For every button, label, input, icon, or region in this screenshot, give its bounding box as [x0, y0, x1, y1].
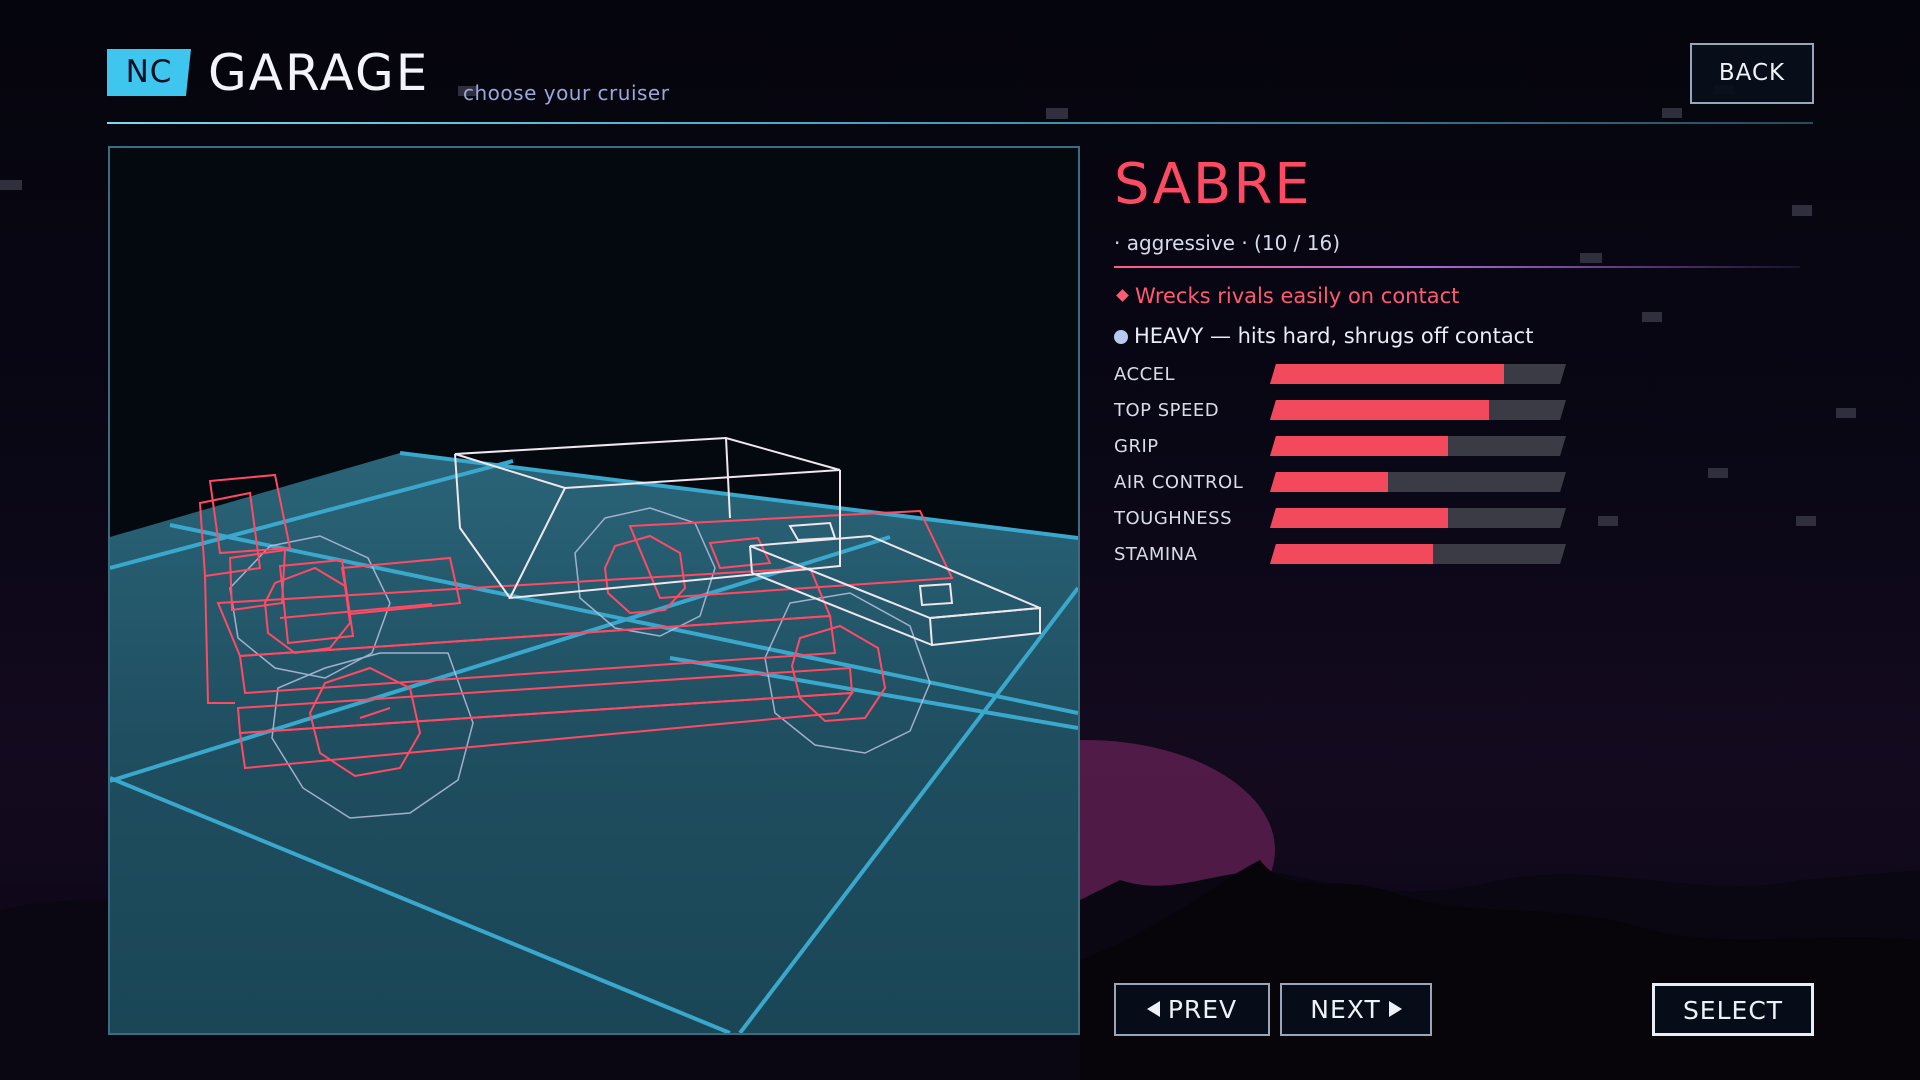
vehicle-wireframe-render	[110, 436, 1078, 1033]
stat-bar-fill	[1270, 544, 1433, 564]
stat-row: TOUGHNESS	[1114, 504, 1574, 534]
arrow-left-icon	[1146, 1001, 1160, 1017]
stat-bar-track	[1270, 436, 1566, 456]
trait-item: Wrecks rivals easily on contact	[1114, 281, 1459, 311]
stat-bar-track	[1270, 472, 1566, 492]
stat-bar-track	[1270, 544, 1566, 564]
back-button[interactable]: BACK	[1690, 43, 1814, 104]
stat-bar-track	[1270, 508, 1566, 528]
logo-badge: NC	[107, 49, 191, 96]
trait-item: HEAVY — hits hard, shrugs off contact	[1114, 321, 1533, 351]
prev-button[interactable]: PREV	[1114, 983, 1270, 1036]
stat-bar-track	[1270, 364, 1566, 384]
arrow-right-icon	[1388, 1001, 1402, 1017]
stat-label: TOUGHNESS	[1114, 508, 1233, 529]
next-button[interactable]: NEXT	[1280, 983, 1432, 1036]
prev-label: PREV	[1167, 995, 1238, 1024]
stats-list: ACCEL TOP SPEED GRIP AIR CONTROL TOUGHNE…	[1114, 360, 1574, 574]
header-divider	[107, 122, 1813, 124]
circle-icon	[1114, 330, 1128, 344]
stat-bar-fill	[1270, 400, 1490, 420]
vehicle-class-line: · aggressive · (10 / 16)	[1114, 231, 1341, 255]
stat-label: ACCEL	[1114, 364, 1176, 385]
trait-text: Wrecks rivals easily on contact	[1135, 284, 1460, 308]
stat-label: TOP SPEED	[1114, 400, 1220, 421]
garage-screen: NC GARAGE choose your cruiser BACK SABRE…	[0, 0, 1920, 1080]
stat-label: AIR CONTROL	[1114, 472, 1244, 493]
stat-row: TOP SPEED	[1114, 396, 1574, 426]
stat-row: ACCEL	[1114, 360, 1574, 390]
vehicle-name: SABRE	[1114, 152, 1312, 217]
select-button[interactable]: SELECT	[1652, 983, 1814, 1036]
trait-text: HEAVY — hits hard, shrugs off contact	[1134, 324, 1534, 348]
stat-row: GRIP	[1114, 432, 1574, 462]
page-title: GARAGE	[208, 44, 430, 102]
stat-bar-fill	[1270, 436, 1448, 456]
stat-label: GRIP	[1114, 436, 1159, 457]
stat-bar-fill	[1270, 364, 1504, 384]
stat-bar-fill	[1270, 508, 1448, 528]
vehicle-preview-viewport[interactable]	[108, 146, 1080, 1035]
stat-bar-fill	[1270, 472, 1389, 492]
stat-bar-track	[1270, 400, 1566, 420]
diamond-icon	[1116, 289, 1129, 302]
info-divider	[1114, 266, 1800, 268]
stat-row: AIR CONTROL	[1114, 468, 1574, 498]
next-label: NEXT	[1310, 995, 1381, 1024]
stat-row: STAMINA	[1114, 540, 1574, 570]
stat-label: STAMINA	[1114, 544, 1198, 565]
page-subtitle: choose your cruiser	[463, 81, 670, 105]
